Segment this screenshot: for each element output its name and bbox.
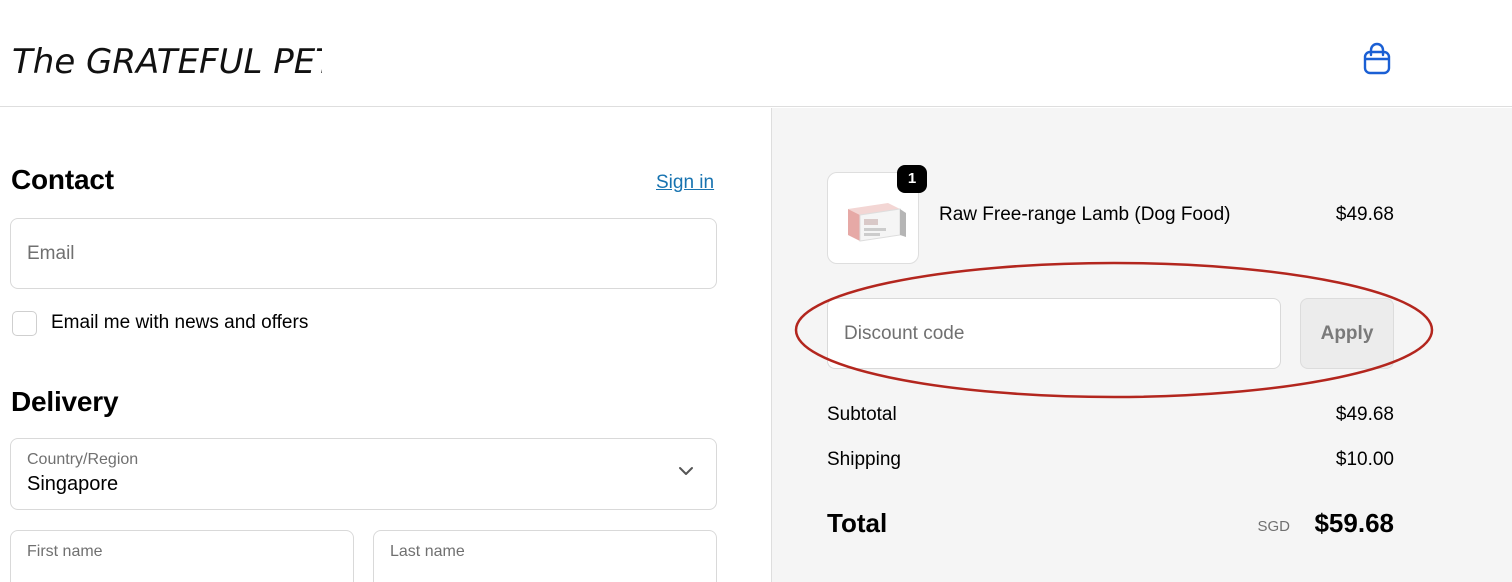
country-select[interactable]: Country/Region Singapore <box>10 438 717 510</box>
shipping-value: $10.00 <box>1335 449 1394 470</box>
header: The GRATEFUL PET <box>0 0 1512 107</box>
total-label: Total <box>827 508 888 538</box>
product-price: $49.68 <box>1335 204 1394 225</box>
shipping-label: Shipping <box>827 449 901 470</box>
subtotal-value: $49.68 <box>1335 404 1394 425</box>
delivery-heading: Delivery <box>11 386 119 417</box>
contact-heading: Contact <box>11 164 114 195</box>
email-field[interactable]: Email <box>10 218 717 289</box>
discount-placeholder: Discount code <box>844 323 965 344</box>
newsletter-label: Email me with news and offers <box>51 312 309 333</box>
apply-button[interactable]: Apply <box>1300 298 1394 369</box>
checkout-form: Contact Sign in Email Email me with news… <box>0 108 771 582</box>
currency-code: SGD <box>1257 518 1290 535</box>
quantity-badge: 1 <box>897 165 927 193</box>
newsletter-checkbox[interactable] <box>12 311 37 336</box>
last-name-field[interactable]: Last name <box>373 530 717 582</box>
chevron-down-icon <box>679 467 693 475</box>
discount-code-field[interactable]: Discount code <box>827 298 1281 369</box>
last-name-label: Last name <box>390 543 465 560</box>
total-value: $59.68 <box>1314 508 1394 538</box>
product-name: Raw Free-range Lamb (Dog Food) <box>939 204 1231 225</box>
email-placeholder: Email <box>27 243 75 264</box>
subtotal-label: Subtotal <box>827 404 897 425</box>
first-name-field[interactable]: First name <box>10 530 354 582</box>
sign-in-link[interactable]: Sign in <box>656 172 714 194</box>
country-label: Country/Region <box>27 451 139 468</box>
country-value: Singapore <box>27 473 119 495</box>
first-name-label: First name <box>27 543 103 560</box>
shopping-bag-icon <box>1363 42 1391 75</box>
order-summary: 1 Raw Free-range Lamb (Dog Food) $49.68 … <box>771 108 1512 582</box>
logo[interactable]: The GRATEFUL PET <box>12 28 322 88</box>
logo-text: The GRATEFUL PET <box>12 42 322 82</box>
cart-button[interactable] <box>1360 40 1394 76</box>
